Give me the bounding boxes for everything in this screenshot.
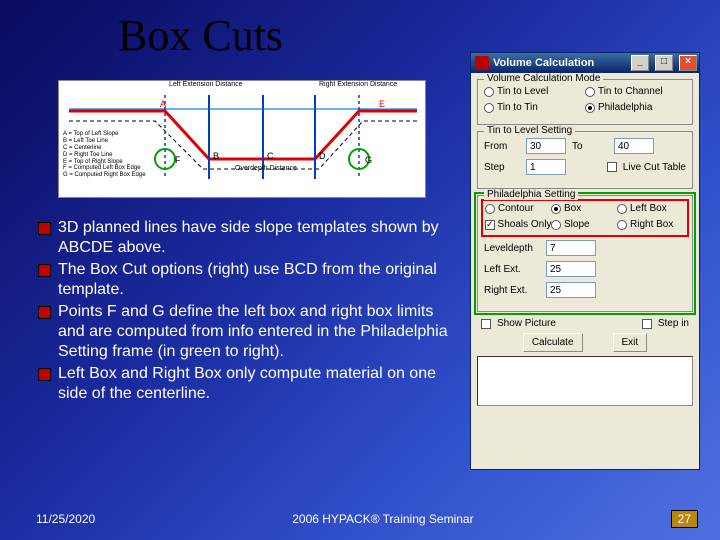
radio-left-box[interactable]: Left Box <box>617 203 679 214</box>
mode-fieldset: Volume Calculation Mode Tin to Level Tin… <box>477 79 693 125</box>
check-shoals-only[interactable]: Shoals Only <box>485 219 547 230</box>
pt-A: A <box>160 99 166 109</box>
checkbox-icon <box>485 220 495 230</box>
step-in-checkbox[interactable] <box>642 319 652 329</box>
footer-page: 27 <box>671 510 698 528</box>
left-ext-input[interactable]: 25 <box>546 261 596 277</box>
exit-button[interactable]: Exit <box>613 333 648 352</box>
radio-philadelphia[interactable]: Philadelphia <box>585 102 682 113</box>
from-label: From <box>484 141 520 152</box>
pt-B: B <box>213 151 219 161</box>
step-label: Step <box>484 162 520 173</box>
maximize-button[interactable]: □ <box>655 55 673 71</box>
radio-icon <box>585 87 595 97</box>
phil-legend: Philadelphia Setting <box>484 189 578 200</box>
radio-tin-to-tin[interactable]: Tin to Tin <box>484 102 581 113</box>
right-ext-input[interactable]: 25 <box>546 282 596 298</box>
radio-icon <box>485 204 495 214</box>
tin-level-fieldset: Tin to Level Setting From 30 To 40 Step … <box>477 131 693 189</box>
philadelphia-fieldset: Philadelphia Setting Contour Box Left Bo… <box>477 195 693 312</box>
calculate-button[interactable]: Calculate <box>523 333 583 352</box>
bullet-item: Points F and G define the left box and r… <box>36 302 456 362</box>
slide-title: Box Cuts <box>118 10 283 61</box>
pt-D: D <box>319 151 326 161</box>
footer-center: 2006 HYPACK® Training Seminar <box>95 512 670 526</box>
radio-icon <box>551 204 561 214</box>
pt-C: C <box>267 151 274 161</box>
close-button[interactable]: × <box>679 55 697 71</box>
bullet-item: 3D planned lines have side slope templat… <box>36 218 456 258</box>
left-ext-label: Left Extension Distance <box>169 81 243 88</box>
radio-right-box[interactable]: Right Box <box>617 219 679 230</box>
dialog-title: Volume Calculation <box>493 57 594 69</box>
radio-slope[interactable]: Slope <box>551 219 613 230</box>
live-cut-label: Live Cut Table <box>623 162 686 173</box>
pt-G: G <box>365 155 372 165</box>
footer: 11/25/2020 2006 HYPACK® Training Seminar… <box>0 510 720 528</box>
left-ext-label: Left Ext. <box>484 264 540 275</box>
radio-box[interactable]: Box <box>551 203 613 214</box>
show-picture-checkbox[interactable] <box>481 319 491 329</box>
step-in-label: Step in <box>658 318 689 329</box>
show-picture-label: Show Picture <box>497 318 556 329</box>
footer-date: 11/25/2020 <box>36 512 95 526</box>
radio-icon <box>484 103 494 113</box>
dialog-titlebar[interactable]: Volume Calculation _ □ × <box>471 53 699 73</box>
step-input[interactable]: 1 <box>526 159 566 175</box>
tin-legend: Tin to Level Setting <box>484 125 575 136</box>
radio-icon <box>484 87 494 97</box>
mode-legend: Volume Calculation Mode <box>484 73 603 84</box>
radio-tin-to-channel[interactable]: Tin to Channel <box>585 86 682 97</box>
from-input[interactable]: 30 <box>526 138 566 154</box>
radio-contour[interactable]: Contour <box>485 203 547 214</box>
to-label: To <box>572 141 608 152</box>
output-textarea[interactable] <box>477 356 693 406</box>
live-cut-checkbox[interactable] <box>607 162 617 172</box>
app-icon <box>475 56 489 70</box>
bullet-item: The Box Cut options (right) use BCD from… <box>36 260 456 300</box>
pt-E: E <box>379 99 385 109</box>
volume-calculation-dialog: Volume Calculation _ □ × Volume Calculat… <box>470 52 700 470</box>
radio-icon <box>617 204 627 214</box>
overdepth-label: Overdepth Distance <box>235 165 297 172</box>
pt-F: F <box>175 155 181 165</box>
radio-icon <box>585 103 595 113</box>
radio-icon <box>617 220 627 230</box>
channel-diagram: A B C D E F G Left Extension Distance Ri… <box>58 80 426 198</box>
leveldepth-label: Leveldepth <box>484 243 540 254</box>
right-ext-label: Right Extension Distance <box>319 81 397 88</box>
radio-tin-to-level[interactable]: Tin to Level <box>484 86 581 97</box>
radio-icon <box>551 220 561 230</box>
to-input[interactable]: 40 <box>614 138 654 154</box>
bullet-list: 3D planned lines have side slope templat… <box>36 218 456 406</box>
right-ext-label: Right Ext. <box>484 285 540 296</box>
bullet-item: Left Box and Right Box only compute mate… <box>36 364 456 404</box>
diagram-legend: A = Top of Left Slope B = Left Toe Line … <box>63 131 146 179</box>
minimize-button[interactable]: _ <box>631 55 649 71</box>
leveldepth-input[interactable]: 7 <box>546 240 596 256</box>
